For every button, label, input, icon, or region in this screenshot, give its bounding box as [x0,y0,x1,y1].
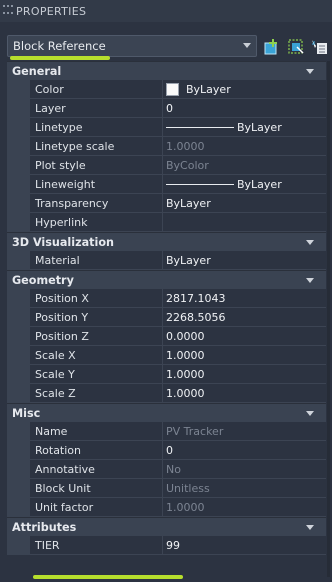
property-row-plot-style[interactable]: Plot style ByColor [7,156,326,175]
property-row-linetype-scale[interactable]: Linetype scale 1.0000 [7,137,326,156]
property-row-annotative[interactable]: Annotative No [7,460,326,479]
lineweight-value: ByLayer [237,177,282,191]
color-value: ByLayer [186,82,231,96]
property-label: Unit factor [30,498,163,517]
property-row-hyperlink[interactable]: Hyperlink [7,213,326,232]
property-value[interactable]: Unitless [163,479,326,498]
property-row-material[interactable]: Material ByLayer [7,251,326,270]
property-label: Color [30,80,163,99]
property-value[interactable]: 0.0000 [163,327,326,346]
property-label: Position Y [30,308,163,327]
property-value[interactable]: ByLayer [163,194,326,213]
property-row-position-x[interactable]: Position X 2817.1043 [7,289,326,308]
property-value[interactable]: 99 [163,536,326,555]
category-title: 3D Visualization [12,235,114,249]
property-row-block-unit[interactable]: Block Unit Unitless [7,479,326,498]
property-value[interactable]: ByLayer [163,80,326,99]
property-row-rotation[interactable]: Rotation 0 [7,441,326,460]
property-row-scale-x[interactable]: Scale X 1.0000 [7,346,326,365]
property-row-scale-z[interactable]: Scale Z 1.0000 [7,384,326,403]
property-label: Layer [30,99,163,118]
property-label: Position Z [30,327,163,346]
toggle-pickadd-icon[interactable] [310,38,328,56]
property-label: Name [30,422,163,441]
category-title: Attributes [12,520,77,534]
property-label: Linetype scale [30,137,163,156]
property-row-position-y[interactable]: Position Y 2268.5056 [7,308,326,327]
property-value[interactable]: 1.0000 [163,498,326,517]
property-label: Linetype [30,118,163,137]
category-3d-visualization[interactable]: 3D Visualization [7,232,326,251]
property-row-tier[interactable]: TIER 99 [7,536,326,555]
property-label: TIER [30,536,163,555]
property-value[interactable]: 1.0000 [163,346,326,365]
property-value[interactable]: ByLayer [163,118,326,137]
category-title: General [12,64,62,78]
color-swatch-icon [166,82,179,96]
property-label: Plot style [30,156,163,175]
property-row-position-z[interactable]: Position Z 0.0000 [7,327,326,346]
lineweight-preview-icon [166,183,234,185]
quick-select-icon[interactable] [263,38,281,56]
property-value[interactable]: No [163,460,326,479]
category-misc[interactable]: Misc [7,403,326,422]
collapse-icon[interactable] [306,69,314,74]
collapse-icon[interactable] [306,240,314,245]
property-value[interactable]: 1.0000 [163,384,326,403]
property-label: Block Unit [30,479,163,498]
property-row-linetype[interactable]: Linetype ByLayer [7,118,326,137]
property-label: Position X [30,289,163,308]
property-value[interactable]: 2817.1043 [163,289,326,308]
object-type-dropdown[interactable]: Block Reference [7,35,257,57]
linetype-value: ByLayer [237,120,282,134]
category-geometry[interactable]: Geometry [7,270,326,289]
property-label: Rotation [30,441,163,460]
property-label: Material [30,251,163,270]
property-label: Lineweight [30,175,163,194]
property-value[interactable]: 1.0000 [163,365,326,384]
property-value[interactable]: ByColor [163,156,326,175]
linetype-preview-icon [166,126,234,128]
object-type-value: Block Reference [13,39,106,53]
property-value[interactable]: 0 [163,99,326,118]
property-label: Scale Z [30,384,163,403]
highlight-underline [33,575,183,579]
property-value[interactable]: ByLayer [163,175,326,194]
property-value[interactable]: PV Tracker [163,422,326,441]
property-row-transparency[interactable]: Transparency ByLayer [7,194,326,213]
property-value[interactable] [163,213,326,232]
category-title: Geometry [12,273,74,287]
drag-grip-icon[interactable] [3,5,13,17]
collapse-icon[interactable] [306,278,314,283]
collapse-icon[interactable] [306,411,314,416]
property-row-unit-factor[interactable]: Unit factor 1.0000 [7,498,326,517]
category-title: Misc [12,406,41,420]
property-value[interactable]: ByLayer [163,251,326,270]
property-row-name[interactable]: Name PV Tracker [7,422,326,441]
chevron-down-icon [243,43,251,48]
scrollbar[interactable] [327,61,330,577]
property-row-lineweight[interactable]: Lineweight ByLayer [7,175,326,194]
highlight-underline [10,56,110,60]
property-value[interactable]: 2268.5056 [163,308,326,327]
property-row-color[interactable]: Color ByLayer [7,80,326,99]
property-value[interactable]: 1.0000 [163,137,326,156]
property-label: Hyperlink [30,213,163,232]
property-label: Transparency [30,194,163,213]
property-label: Scale X [30,346,163,365]
property-label: Scale Y [30,365,163,384]
category-attributes[interactable]: Attributes [7,517,326,536]
property-label: Annotative [30,460,163,479]
properties-grid: General Color ByLayer Layer 0 Linetype B… [7,61,326,555]
property-value[interactable]: 0 [163,441,326,460]
category-general[interactable]: General [7,61,326,80]
property-row-scale-y[interactable]: Scale Y 1.0000 [7,365,326,384]
collapse-icon[interactable] [306,525,314,530]
palette-title: PROPERTIES [16,4,87,18]
palette-titlebar[interactable]: PROPERTIES [0,0,332,22]
property-row-layer[interactable]: Layer 0 [7,99,326,118]
select-objects-icon[interactable] [287,38,305,56]
